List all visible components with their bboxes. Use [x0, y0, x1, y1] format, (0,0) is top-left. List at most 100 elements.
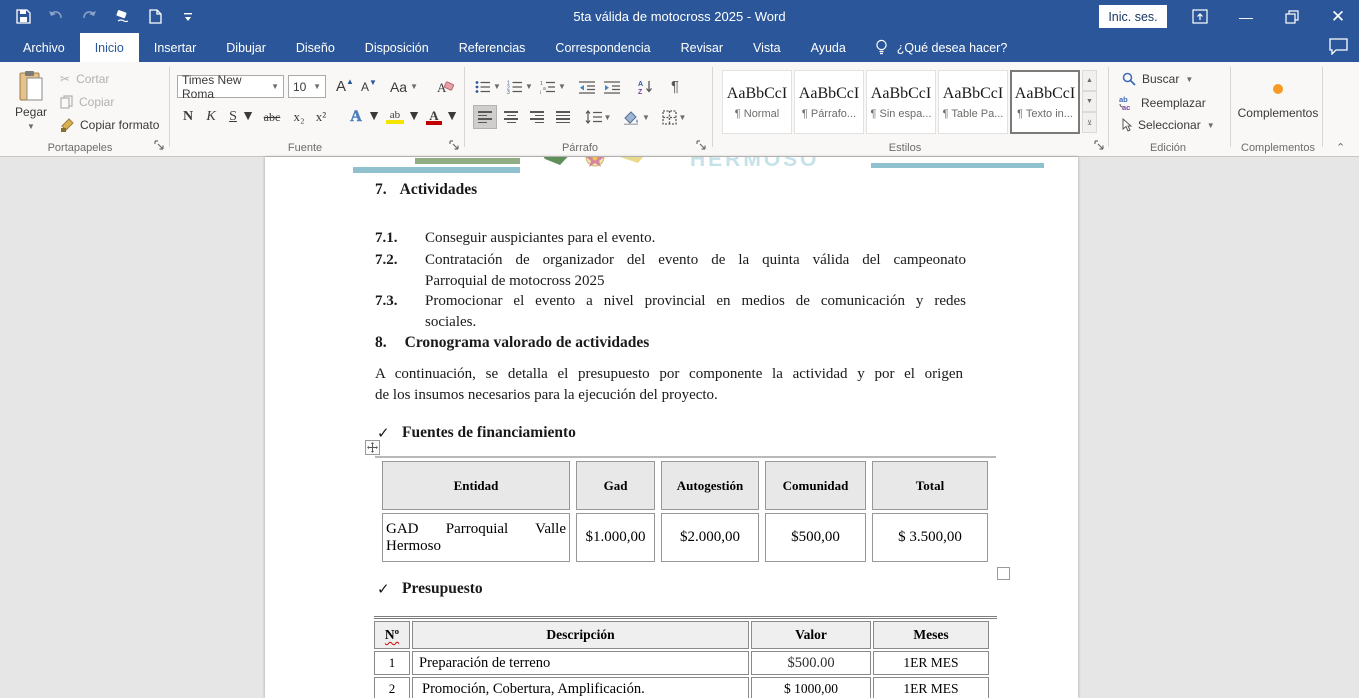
multilevel-list-button[interactable]: 1ai▼	[538, 75, 568, 98]
strikethrough-button[interactable]: abc	[258, 105, 286, 129]
justify-button[interactable]	[551, 105, 575, 129]
header-cell[interactable]: Total	[872, 461, 988, 510]
document-area[interactable]: HERMOSO 7.Actividades 7.1. Conseguir aus…	[0, 157, 1359, 698]
text-effects-button[interactable]: A	[344, 105, 368, 129]
tab-revisar[interactable]: Revisar	[666, 33, 738, 62]
numbering-button[interactable]: 123▼	[506, 75, 534, 98]
tab-vista[interactable]: Vista	[738, 33, 796, 62]
close-button[interactable]: ✕	[1317, 0, 1359, 33]
font-size-combobox[interactable]: 10▼	[288, 75, 326, 98]
tab-disposicion[interactable]: Disposición	[350, 33, 444, 62]
style-parrafo[interactable]: AaBbCcI ¶ Párrafo...	[794, 70, 864, 134]
style-sin-espaciado[interactable]: AaBbCcI ¶ Sin espa...	[866, 70, 936, 134]
show-paragraph-marks-button[interactable]: ¶	[664, 75, 686, 98]
customize-qat-icon[interactable]	[179, 8, 197, 26]
table-cell[interactable]: 1	[374, 651, 410, 675]
font-color-button[interactable]: A	[422, 105, 446, 129]
table-cell[interactable]: 2	[374, 677, 410, 698]
table-cell[interactable]: $2.000,00	[661, 513, 759, 562]
text-effects-chevron[interactable]: ▼	[368, 105, 380, 129]
minimize-button[interactable]: —	[1225, 0, 1267, 33]
highlight-chevron[interactable]: ▼	[408, 105, 420, 129]
tab-diseno[interactable]: Diseño	[281, 33, 350, 62]
table-cell[interactable]: $ 3.500,00	[872, 513, 988, 562]
style-table-paragraph[interactable]: AaBbCcI ¶ Table Pa...	[938, 70, 1008, 134]
styles-scroll-up[interactable]: ▲	[1082, 70, 1097, 91]
header-cell[interactable]: Autogestión	[661, 461, 759, 510]
font-color-chevron[interactable]: ▼	[446, 105, 458, 129]
subscript-button[interactable]: x₂	[288, 105, 310, 129]
table-cell[interactable]: $ 1000,00	[751, 677, 871, 698]
table-cell[interactable]: $500,00	[765, 513, 866, 562]
table-cell[interactable]: Promoción, Cobertura, Amplificación.	[412, 677, 749, 698]
tab-inicio[interactable]: Inicio	[80, 33, 139, 62]
clipboard-dialog-launcher[interactable]	[154, 140, 165, 151]
format-painter-button[interactable]: Copiar formato	[60, 118, 159, 132]
styles-gallery-more[interactable]: ⊻	[1082, 112, 1097, 133]
italic-button[interactable]: K	[202, 105, 220, 129]
header-cell[interactable]: Comunidad	[765, 461, 866, 510]
header-cell[interactable]: Nº	[374, 621, 410, 649]
underline-button[interactable]: S	[224, 105, 242, 129]
shading-button[interactable]: ▼	[621, 105, 651, 129]
tab-referencias[interactable]: Referencias	[444, 33, 541, 62]
paste-button[interactable]: Pegar ▼	[8, 70, 54, 144]
decrease-indent-button[interactable]	[576, 75, 598, 98]
styles-scroll-down[interactable]: ▼	[1082, 91, 1097, 112]
cut-button[interactable]: ✂ Cortar	[60, 72, 109, 86]
restore-button[interactable]	[1271, 0, 1313, 33]
table-cell[interactable]: 1ER MES	[873, 651, 989, 675]
borders-button[interactable]: ▼	[659, 105, 689, 129]
new-document-icon[interactable]	[146, 8, 164, 26]
table-cell[interactable]: 1ER MES	[873, 677, 989, 698]
styles-dialog-launcher[interactable]	[1094, 140, 1105, 151]
clear-formatting-button[interactable]: A	[434, 75, 458, 98]
tab-dibujar[interactable]: Dibujar	[211, 33, 281, 62]
align-left-button[interactable]	[473, 105, 497, 129]
ribbon-display-options-icon[interactable]	[1179, 0, 1221, 33]
header-cell[interactable]: Descripción	[412, 621, 749, 649]
table-cell[interactable]: $500.00	[751, 651, 871, 675]
style-normal[interactable]: AaBbCcI ¶ Normal	[722, 70, 792, 134]
table-cell[interactable]: Preparación de terreno	[412, 651, 749, 675]
paragraph-dialog-launcher[interactable]	[696, 140, 707, 151]
find-button[interactable]: Buscar▼	[1122, 72, 1193, 86]
save-icon[interactable]	[14, 8, 32, 26]
bold-button[interactable]: N	[178, 105, 198, 129]
feedback-icon[interactable]	[1329, 38, 1348, 60]
sort-button[interactable]: AZ	[634, 75, 658, 98]
increase-indent-button[interactable]	[601, 75, 623, 98]
header-cell[interactable]: Meses	[873, 621, 989, 649]
header-cell[interactable]: Valor	[751, 621, 871, 649]
collapse-ribbon-icon[interactable]: ⌃	[1336, 141, 1345, 154]
undo-icon[interactable]	[47, 8, 65, 26]
financing-table[interactable]: Entidad Gad Autogestión Comunidad Total …	[375, 456, 996, 565]
replace-button[interactable]: abac Reemplazar	[1119, 95, 1206, 110]
budget-table[interactable]: Nº Descripción Valor Meses 1 Preparación…	[374, 616, 997, 698]
tab-ayuda[interactable]: Ayuda	[796, 33, 861, 62]
tell-me-box[interactable]: ¿Qué desea hacer?	[875, 33, 1008, 62]
grow-font-button[interactable]: A▲	[334, 75, 356, 98]
header-cell[interactable]: Entidad	[382, 461, 570, 510]
underline-options-chevron[interactable]: ▼	[242, 105, 254, 129]
header-cell[interactable]: Gad	[576, 461, 655, 510]
document-page[interactable]: HERMOSO 7.Actividades 7.1. Conseguir aus…	[265, 157, 1078, 698]
align-right-button[interactable]	[525, 105, 549, 129]
tab-archivo[interactable]: Archivo	[8, 33, 80, 62]
table-resize-handle[interactable]	[997, 567, 1010, 580]
redo-icon[interactable]	[80, 8, 98, 26]
table-cell[interactable]: $1.000,00	[576, 513, 655, 562]
style-texto-independiente[interactable]: AaBbCcI ¶ Texto in...	[1010, 70, 1080, 134]
align-center-button[interactable]	[499, 105, 523, 129]
shrink-font-button[interactable]: A▼	[358, 75, 380, 98]
sign-in-button[interactable]: Inic. ses.	[1099, 5, 1167, 28]
change-case-button[interactable]: Aa▼	[388, 75, 420, 98]
select-button[interactable]: Seleccionar▼	[1121, 118, 1215, 132]
font-dialog-launcher[interactable]	[449, 140, 460, 151]
table-move-handle[interactable]	[365, 440, 380, 455]
copy-button[interactable]: Copiar	[60, 95, 114, 109]
font-family-combobox[interactable]: Times New Roma▼	[177, 75, 284, 98]
draw-eraser-icon[interactable]	[113, 8, 131, 26]
tab-insertar[interactable]: Insertar	[139, 33, 211, 62]
line-spacing-button[interactable]: ▼	[583, 105, 613, 129]
